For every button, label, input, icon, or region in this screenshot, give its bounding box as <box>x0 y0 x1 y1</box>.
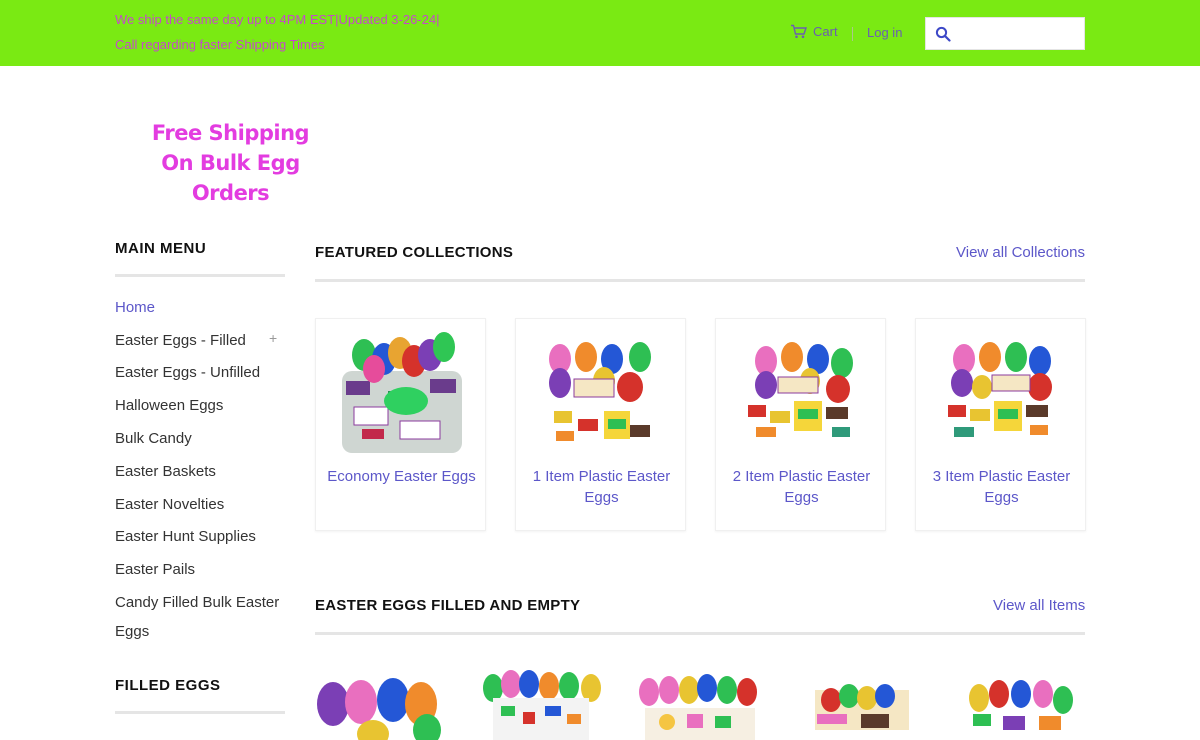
filled-eggs-title: FILLED EGGS <box>115 677 221 694</box>
easter-eggs-section-title: EASTER EGGS FILLED AND EMPTY <box>315 597 581 614</box>
two-item-eggs-image <box>748 342 853 437</box>
easter-eggs-divider <box>315 632 1085 635</box>
one-item-eggs-image <box>549 342 651 441</box>
product-image <box>815 684 909 730</box>
collection-label-1-item: 1 Item Plastic Easter Eggs <box>532 468 671 506</box>
collection-card-3-item[interactable]: 3 Item Plastic Easter Eggs <box>915 318 1086 531</box>
featured-divider <box>315 279 1085 282</box>
sidebar-item-halloween-eggs[interactable]: Halloween Eggs <box>115 391 285 420</box>
cart-icon <box>791 24 807 39</box>
search-input[interactable] <box>951 18 1071 49</box>
shipping-notice: We ship the same day up to 4PM EST|Updat… <box>115 12 440 27</box>
sidebar-item-easter-novelties[interactable]: Easter Novelties <box>115 490 285 519</box>
collection-card-1-item[interactable]: 1 Item Plastic Easter Eggs <box>515 318 686 531</box>
divider <box>852 27 853 41</box>
logo-line-2: On Bulk Egg Orders <box>161 151 300 205</box>
logo-line-1: Free Shipping <box>151 121 310 145</box>
view-all-items-link[interactable]: View all Items <box>993 597 1085 614</box>
filled-eggs-divider <box>115 711 285 714</box>
main-menu-title: MAIN MENU <box>115 240 207 257</box>
collection-card-economy[interactable]: Economy Easter Eggs <box>315 318 486 531</box>
sidebar-item-easter-pails[interactable]: Easter Pails <box>115 555 285 584</box>
product-card[interactable] <box>475 666 607 740</box>
sidebar-item-easter-hunt-supplies[interactable]: Easter Hunt Supplies <box>115 522 285 551</box>
product-card[interactable] <box>955 666 1087 740</box>
product-image <box>639 674 757 740</box>
collection-label-2-item: 2 Item Plastic Easter Eggs <box>732 468 871 506</box>
search-box <box>925 17 1085 50</box>
featured-collections-title: FEATURED COLLECTIONS <box>315 244 514 261</box>
economy-eggs-image <box>342 332 462 453</box>
sidebar-item-candy-filled-eggs[interactable]: Candy Filled Bulk Easter Eggs <box>115 588 285 646</box>
site-logo[interactable]: Free Shipping On Bulk Egg Orders <box>123 118 338 208</box>
sidebar-item-easter-eggs-unfilled[interactable]: Easter Eggs - Unfilled <box>115 358 285 387</box>
shipping-call-notice: Call regarding faster Shipping Times <box>115 37 325 52</box>
collection-label-3-item: 3 Item Plastic Easter Eggs <box>932 468 1071 506</box>
cart-label: Cart <box>813 24 838 39</box>
main-menu-divider <box>115 274 285 277</box>
product-image <box>969 680 1073 730</box>
product-image <box>317 678 441 740</box>
three-item-eggs-image <box>948 342 1052 437</box>
search-icon[interactable] <box>935 26 951 42</box>
sidebar-item-easter-baskets[interactable]: Easter Baskets <box>115 457 285 486</box>
collection-label-economy: Economy Easter Eggs <box>327 468 476 485</box>
product-image <box>483 670 601 740</box>
top-bar: We ship the same day up to 4PM EST|Updat… <box>0 0 1200 66</box>
sidebar-item-home[interactable]: Home <box>115 293 285 322</box>
product-card[interactable] <box>635 666 767 740</box>
product-card[interactable] <box>315 666 447 740</box>
view-all-collections-link[interactable]: View all Collections <box>956 244 1085 261</box>
sidebar-item-bulk-candy[interactable]: Bulk Candy <box>115 424 285 453</box>
cart-link[interactable]: Cart <box>790 24 838 39</box>
sidebar-item-easter-eggs-filled[interactable]: Easter Eggs - Filled <box>115 326 285 355</box>
product-card[interactable] <box>795 666 927 740</box>
expand-submenu-button[interactable]: + <box>269 330 277 346</box>
login-link[interactable]: Log in <box>867 25 902 40</box>
collection-card-2-item[interactable]: 2 Item Plastic Easter Eggs <box>715 318 886 531</box>
